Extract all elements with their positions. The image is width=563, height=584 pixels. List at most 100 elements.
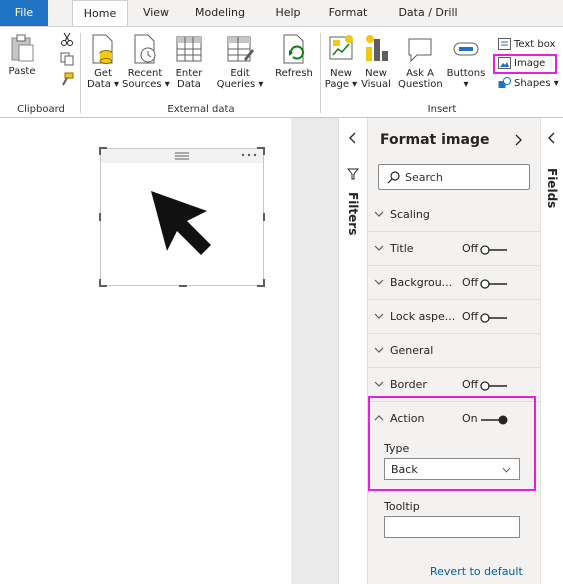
text-box-icon <box>498 38 511 50</box>
get-data-button[interactable]: Get Data ▾ <box>84 33 122 90</box>
image-visual[interactable] <box>99 147 265 287</box>
resize-handle[interactable] <box>99 279 101 287</box>
resize-handle[interactable] <box>99 147 101 155</box>
refresh-icon <box>283 34 304 64</box>
tab-help[interactable]: Help <box>266 0 310 26</box>
chevron-right-icon[interactable] <box>514 134 522 146</box>
get-data-label-1: Get <box>94 68 112 79</box>
tab-data-drill[interactable]: Data / Drill <box>386 0 470 26</box>
section-label: Border <box>390 378 427 391</box>
cut-icon[interactable] <box>60 32 74 46</box>
copy-icon[interactable] <box>60 52 74 66</box>
tab-modeling[interactable]: Modeling <box>186 0 254 26</box>
section-label: Backgrou... <box>390 276 453 289</box>
format-pane-title: Format image <box>380 132 490 148</box>
new-page-button[interactable]: New Page ▾ <box>324 33 358 90</box>
ask-question-button[interactable]: Ask A Question <box>398 33 443 90</box>
edit-queries-icon <box>227 36 254 62</box>
chevron-left-icon[interactable] <box>548 132 556 144</box>
ask-question-label-2: Question <box>398 79 443 90</box>
filters-pane[interactable]: Filters <box>338 118 368 584</box>
section-lock-aspect[interactable]: Lock aspe... Off <box>368 300 540 334</box>
toggle-state-text: Off <box>462 276 479 289</box>
resize-handle[interactable] <box>263 279 265 287</box>
section-background[interactable]: Backgrou... Off <box>368 266 540 300</box>
buttons-button[interactable]: Buttons ▾ <box>444 33 488 90</box>
fields-pane[interactable]: Fields <box>540 118 563 584</box>
shapes-icon <box>498 77 511 88</box>
buttons-label-2: ▾ <box>463 79 469 90</box>
toggle-state-text: Off <box>462 378 479 391</box>
section-label: Scaling <box>390 208 430 221</box>
enter-data-button[interactable]: Enter Data <box>170 33 208 90</box>
section-title[interactable]: Title Off <box>368 232 540 266</box>
recent-sources-button[interactable]: Recent Sources ▾ <box>122 33 170 90</box>
ribbon-separator <box>320 33 321 113</box>
format-painter-icon[interactable] <box>60 72 74 86</box>
canvas-background <box>291 118 338 584</box>
enter-data-label-2: Data <box>177 79 201 90</box>
database-icon <box>92 34 113 64</box>
image-button[interactable]: Image <box>493 54 557 74</box>
tab-format[interactable]: Format <box>322 0 374 26</box>
resize-handle[interactable] <box>179 285 187 287</box>
new-visual-button[interactable]: New Visual <box>358 33 394 90</box>
drag-handle-icon[interactable] <box>175 151 189 160</box>
get-data-label-2: Data ▾ <box>86 79 120 90</box>
tooltip-label: Tooltip <box>384 500 420 513</box>
section-general[interactable]: General <box>368 334 540 368</box>
recent-sources-label-2: Sources ▾ <box>122 79 170 90</box>
enter-data-label-1: Enter <box>175 68 203 79</box>
tab-home[interactable]: Home <box>72 0 128 27</box>
edit-queries-label-1: Edit <box>230 68 250 79</box>
toggle-state-text: Off <box>462 310 479 323</box>
text-box-button[interactable]: Text box <box>498 37 555 53</box>
refresh-button[interactable]: Refresh <box>272 33 316 79</box>
ribbon-separator <box>80 33 81 113</box>
search-icon <box>387 171 400 184</box>
filters-label[interactable]: Filters <box>346 192 360 235</box>
toggle-off-icon[interactable] <box>480 245 508 255</box>
chevron-down-icon <box>374 211 384 217</box>
tab-view[interactable]: View <box>134 0 178 26</box>
ask-question-label-1: Ask A <box>406 68 434 79</box>
resize-handle[interactable] <box>263 213 265 221</box>
group-insert-label: Insert <box>427 104 457 115</box>
edit-queries-label-2: Queries ▾ <box>216 79 264 90</box>
revert-to-default-link[interactable]: Revert to default <box>430 565 523 578</box>
section-label: Lock aspe... <box>390 310 456 323</box>
section-scaling[interactable]: Scaling <box>368 198 540 232</box>
toggle-state-text: Off <box>462 242 479 255</box>
ribbon: Paste Clipboard Get Data ▾ Recent Source… <box>0 26 563 118</box>
chevron-left-icon[interactable] <box>349 132 357 144</box>
filter-icon <box>347 168 359 180</box>
tab-file[interactable]: File <box>0 0 48 26</box>
resize-handle[interactable] <box>263 147 265 155</box>
more-options-icon[interactable] <box>241 152 257 158</box>
tooltip-input[interactable] <box>384 516 520 538</box>
section-label: General <box>390 344 434 357</box>
section-label: Title <box>390 242 414 255</box>
refresh-label: Refresh <box>275 68 313 79</box>
shapes-button[interactable]: Shapes ▾ <box>498 76 559 92</box>
toggle-off-icon[interactable] <box>480 381 508 391</box>
paste-label: Paste <box>8 66 36 77</box>
new-page-label-1: New <box>330 68 352 79</box>
image-icon <box>498 57 511 69</box>
image-label: Image <box>514 58 546 69</box>
text-box-label: Text box <box>514 39 556 50</box>
search-placeholder: Search <box>405 171 443 184</box>
shapes-label: Shapes ▾ <box>514 78 559 89</box>
paste-button[interactable]: Paste <box>4 33 40 77</box>
fields-label[interactable]: Fields <box>545 168 559 208</box>
button-control-icon <box>453 42 479 56</box>
new-visual-label-1: New <box>365 68 387 79</box>
toggle-off-icon[interactable] <box>480 313 508 323</box>
resize-handle[interactable] <box>99 213 101 221</box>
speech-bubble-icon <box>408 38 432 63</box>
edit-queries-button[interactable]: Edit Queries ▾ <box>216 33 264 90</box>
chevron-down-icon <box>374 313 384 319</box>
toggle-off-icon[interactable] <box>480 279 508 289</box>
format-search-input[interactable]: Search <box>378 164 530 190</box>
ribbon-tabbar: File Home View Modeling Help Format Data… <box>0 0 563 27</box>
